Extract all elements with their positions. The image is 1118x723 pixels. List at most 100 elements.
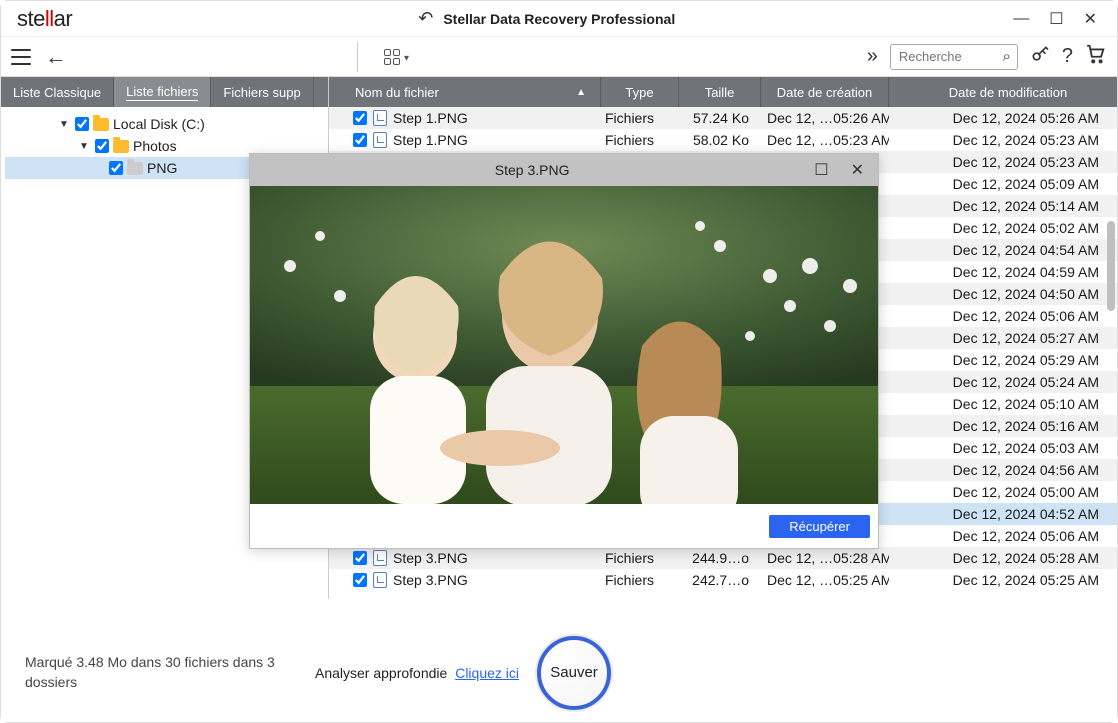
- file-name: Step 3.PNG: [393, 572, 468, 588]
- cell-modified: Dec 12, 2024 05:06 AM: [889, 308, 1117, 324]
- folder-icon: [127, 162, 143, 175]
- cell-created: Dec 12, …05:25 AM: [761, 572, 889, 588]
- cell-modified: Dec 12, 2024 05:27 AM: [889, 330, 1117, 346]
- maximize-button[interactable]: ☐: [1049, 9, 1063, 29]
- caret-icon[interactable]: ▼: [57, 119, 71, 130]
- file-name: Step 1.PNG: [393, 132, 468, 148]
- help-icon[interactable]: ?: [1062, 45, 1073, 68]
- cell-created: Dec 12, …05:28 AM: [761, 550, 889, 566]
- save-button[interactable]: Sauver: [537, 636, 611, 710]
- tab-classic-label: Liste Classique: [13, 85, 101, 100]
- col-created[interactable]: Date de création: [761, 77, 889, 107]
- cell-modified: Dec 12, 2024 05:09 AM: [889, 176, 1117, 192]
- cell-modified: Dec 12, 2024 05:25 AM: [889, 572, 1117, 588]
- preview-close-icon[interactable]: ✕: [851, 160, 864, 180]
- undo-icon[interactable]: ↶: [418, 8, 433, 29]
- vertical-scrollbar[interactable]: [1105, 221, 1117, 601]
- row-check[interactable]: [353, 551, 367, 565]
- app-logo: stellar: [9, 6, 80, 32]
- table-row[interactable]: Step 3.PNGFichiers244.9…oDec 12, …05:28 …: [329, 547, 1117, 569]
- tab-extra[interactable]: Fichiers supp: [211, 77, 313, 107]
- preview-maximize-icon[interactable]: ☐: [814, 160, 828, 180]
- preview-title: Step 3.PNG: [250, 162, 814, 178]
- cell-modified: Dec 12, 2024 05:03 AM: [889, 440, 1117, 456]
- recover-button[interactable]: Récupérer: [769, 515, 870, 538]
- tab-classic[interactable]: Liste Classique: [1, 77, 114, 107]
- cell-modified: Dec 12, 2024 05:23 AM: [889, 132, 1117, 148]
- cell-modified: Dec 12, 2024 05:06 AM: [889, 528, 1117, 544]
- cell-modified: Dec 12, 2024 05:10 AM: [889, 396, 1117, 412]
- tree-check-photos[interactable]: [95, 139, 109, 153]
- cart-icon[interactable]: [1085, 43, 1107, 71]
- search-field[interactable]: [899, 49, 1003, 64]
- back-icon[interactable]: ←: [45, 46, 67, 68]
- cell-modified: Dec 12, 2024 04:50 AM: [889, 286, 1117, 302]
- cell-type: Fichiers: [601, 110, 679, 126]
- table-row[interactable]: Step 1.PNG Fichiers57.24 KoDec 12, …05:26…: [329, 107, 1117, 129]
- cell-modified: Dec 12, 2024 05:16 AM: [889, 418, 1117, 434]
- cell-size: 242.7…o: [679, 572, 761, 588]
- row-check[interactable]: [353, 573, 367, 587]
- col-size-label: Taille: [705, 85, 735, 100]
- minimize-button[interactable]: —: [1013, 10, 1029, 28]
- cell-created: Dec 12, …05:23 AM: [761, 132, 889, 148]
- cell-modified: Dec 12, 2024 05:23 AM: [889, 154, 1117, 170]
- col-created-label: Date de création: [777, 85, 872, 100]
- deep-scan: Analyser approfondie Cliquez ici: [315, 665, 519, 681]
- tree-check-png[interactable]: [109, 161, 123, 175]
- logo-text: stellar: [17, 6, 72, 32]
- row-check[interactable]: [353, 133, 367, 147]
- key-icon[interactable]: [1030, 44, 1050, 70]
- tree-label-photos: Photos: [133, 138, 177, 154]
- cell-modified: Dec 12, 2024 05:26 AM: [889, 110, 1117, 126]
- preview-window: Step 3.PNG ☐ ✕: [249, 153, 879, 549]
- file-icon: [373, 110, 387, 126]
- app-title: Stellar Data Recovery Professional: [443, 11, 675, 27]
- view-switch-icon[interactable]: ▾: [384, 49, 409, 65]
- preview-footer: Récupérer: [250, 504, 878, 548]
- grid-header: Nom du fichier ▲ Type Taille Date de cré…: [329, 77, 1117, 107]
- file-name: Step 1.PNG: [393, 110, 468, 126]
- cell-modified: Dec 12, 2024 05:00 AM: [889, 484, 1117, 500]
- col-type[interactable]: Type: [601, 77, 679, 107]
- folder-icon: [93, 118, 109, 131]
- close-button[interactable]: ✕: [1084, 9, 1097, 29]
- cell-modified: Dec 12, 2024 04:54 AM: [889, 242, 1117, 258]
- save-button-label: Sauver: [550, 664, 598, 681]
- col-modified-label: Date de modification: [949, 85, 1068, 100]
- file-icon: [373, 550, 387, 566]
- tree-tabs: Liste Classique Liste fichiers Fichiers …: [1, 77, 328, 107]
- caret-icon[interactable]: ▼: [77, 141, 91, 152]
- tab-files[interactable]: Liste fichiers: [114, 77, 211, 107]
- cell-size: 58.02 Ko: [679, 132, 761, 148]
- cell-modified: Dec 12, 2024 04:52 AM: [889, 506, 1117, 522]
- col-modified[interactable]: Date de modification: [889, 77, 1117, 107]
- deep-scan-link[interactable]: Cliquez ici: [455, 665, 519, 681]
- toolbar: ← ▾ » ⌕ ?: [1, 37, 1117, 77]
- cell-created: Dec 12, …05:26 AM: [761, 110, 889, 126]
- tab-extra-label: Fichiers supp: [223, 85, 300, 100]
- folder-icon: [113, 140, 129, 153]
- toolbar-separator: [357, 42, 358, 72]
- row-check[interactable]: [353, 111, 367, 125]
- cell-modified: Dec 12, 2024 05:29 AM: [889, 352, 1117, 368]
- tree-row-root[interactable]: ▼ Local Disk (C:): [5, 113, 324, 135]
- col-size[interactable]: Taille: [679, 77, 761, 107]
- menu-icon[interactable]: [11, 49, 31, 65]
- search-icon[interactable]: ⌕: [1002, 48, 1010, 65]
- table-row[interactable]: Step 1.PNGFichiers58.02 KoDec 12, …05:23…: [329, 129, 1117, 151]
- cell-size: 244.9…o: [679, 550, 761, 566]
- table-row[interactable]: Step 3.PNGFichiers242.7…oDec 12, …05:25 …: [329, 569, 1117, 591]
- col-name[interactable]: Nom du fichier ▲: [329, 77, 601, 107]
- tab-files-label: Liste fichiers: [126, 84, 198, 101]
- preview-titlebar[interactable]: Step 3.PNG ☐ ✕: [250, 154, 878, 186]
- tree-check-root[interactable]: [75, 117, 89, 131]
- cell-modified: Dec 12, 2024 05:24 AM: [889, 374, 1117, 390]
- cell-modified: Dec 12, 2024 04:59 AM: [889, 264, 1117, 280]
- search-input[interactable]: ⌕: [890, 44, 1018, 70]
- cell-size: 57.24 Ko: [679, 110, 761, 126]
- preview-image: [250, 186, 878, 504]
- skip-forward-icon[interactable]: »: [867, 45, 878, 68]
- tree-label-root: Local Disk (C:): [113, 116, 205, 132]
- footer: Marqué 3.48 Mo dans 30 fichiers dans 3 d…: [1, 622, 1117, 722]
